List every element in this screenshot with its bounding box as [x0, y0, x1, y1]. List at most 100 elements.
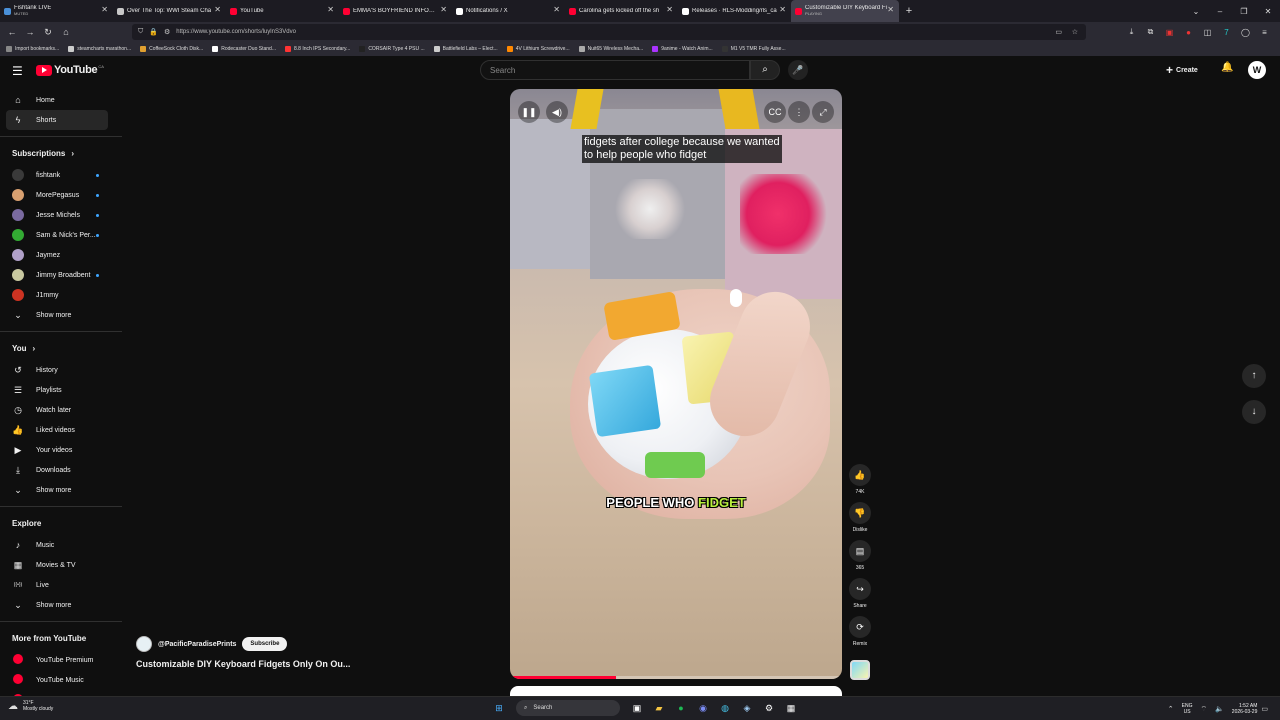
forward-icon[interactable]: → — [21, 27, 39, 37]
bookmark-item[interactable]: CORSAIR Type 4 PSU ... — [359, 46, 425, 52]
like-button[interactable]: 👍 — [849, 464, 871, 486]
weather-widget[interactable]: ☁ 31°F Mostly cloudy — [8, 700, 53, 712]
sidebar-item-playlists[interactable]: ☰ Playlists — [0, 380, 122, 400]
sidebar-item-downloads[interactable]: ⤓ Downloads — [0, 460, 122, 480]
extension-record-icon[interactable]: ● — [1179, 28, 1198, 37]
lock-icon[interactable]: 🔒 — [149, 28, 158, 36]
bookmark-item[interactable]: M1 V5 TMR Fully Asse... — [721, 46, 786, 52]
show-more-explore[interactable]: ⌄ Show more — [0, 595, 122, 615]
browser-tab[interactable]: EMMA'S BOYFRIEND INFORMS ✕ — [339, 0, 452, 22]
browser-tab[interactable]: Fishtank LIVE MUTED ✕ — [0, 0, 113, 22]
search-input[interactable]: Search — [480, 60, 750, 80]
browser-tab[interactable]: Customizable DIY Keyboard Fi PLAYING ✕ — [791, 0, 899, 22]
back-icon[interactable]: ← — [3, 27, 21, 37]
channel-avatar[interactable] — [136, 636, 152, 652]
bookmark-item[interactable]: CoffeeSock Cloth Disk... — [140, 46, 203, 52]
new-tab-button[interactable]: + — [899, 0, 919, 22]
sidebar-item-liked-videos[interactable]: 👍 Liked videos — [0, 420, 122, 440]
you-header[interactable]: You › — [0, 336, 122, 360]
share-button[interactable]: ↪ — [849, 578, 871, 600]
fullscreen-button[interactable]: ⤢ — [812, 101, 834, 123]
shield-icon[interactable]: ⛉ — [138, 28, 143, 36]
steam-icon[interactable]: ◈ — [739, 700, 755, 716]
clock[interactable]: 1:52 AM 2026-03-29 — [1232, 703, 1258, 715]
bookmark-item[interactable]: 8.8 Inch IPS Secondary... — [284, 46, 350, 52]
more-options-button[interactable]: ⋮ — [788, 101, 810, 123]
browser-tab[interactable]: Notifications / X ✕ — [452, 0, 565, 22]
permissions-icon[interactable]: ⚙ — [164, 28, 170, 36]
close-window-button[interactable]: ✕ — [1256, 7, 1280, 16]
show-more-you[interactable]: ⌄ Show more — [0, 480, 122, 500]
close-icon[interactable]: ✕ — [666, 5, 673, 14]
notifications-bell-icon[interactable]: 🔔 — [1221, 62, 1233, 73]
sidebar-item-subscription[interactable]: J1mmy — [0, 285, 122, 305]
sidebar-item-shorts[interactable]: ϟ Shorts — [6, 110, 108, 130]
bookmark-star-icon[interactable]: ☆ — [1072, 28, 1078, 36]
extension-teal-icon[interactable]: 7 — [1217, 28, 1236, 37]
notification-center-icon[interactable]: ▭ — [1261, 705, 1268, 713]
pause-button[interactable]: ❚❚ — [518, 101, 540, 123]
close-icon[interactable]: ✕ — [553, 5, 560, 14]
sidebar-item-home[interactable]: ⌂ Home — [0, 90, 122, 110]
browser-icon[interactable]: ◍ — [717, 700, 733, 716]
reader-icon[interactable]: ▭ — [1055, 28, 1062, 36]
language-indicator[interactable]: ENG US — [1182, 703, 1193, 715]
youtube-logo[interactable]: YouTube CA — [36, 64, 104, 76]
next-short-button[interactable]: ↓ — [1242, 400, 1266, 424]
show-more-subscriptions[interactable]: ⌄ Show more — [0, 305, 122, 325]
sound-thumbnail[interactable] — [850, 660, 870, 680]
remix-button[interactable]: ⟳ — [849, 616, 871, 638]
bookmark-item[interactable]: Import bookmarks... — [6, 46, 59, 52]
close-icon[interactable]: ✕ — [214, 5, 221, 14]
minimize-button[interactable]: – — [1208, 7, 1232, 16]
close-icon[interactable]: ✕ — [101, 5, 108, 14]
progress-bar[interactable] — [510, 676, 842, 679]
task-view-icon[interactable]: ▣ — [629, 700, 645, 716]
sidebar-item-your-videos[interactable]: ▶ Your videos — [0, 440, 122, 460]
maximize-button[interactable]: ❐ — [1232, 7, 1256, 16]
next-short-preview[interactable] — [510, 686, 842, 696]
extensions-icon[interactable]: ⧉ — [1141, 27, 1160, 37]
comments-button[interactable]: ▤ — [849, 540, 871, 562]
close-icon[interactable]: ✕ — [440, 5, 447, 14]
address-bar[interactable]: ⛉ 🔒 ⚙ https://www.youtube.com/shorts/luy… — [132, 24, 1086, 40]
menu-icon[interactable]: ☰ — [12, 64, 23, 78]
browser-tab[interactable]: Over The Top: WWI Steam Cha ✕ — [113, 0, 226, 22]
avatar[interactable]: W — [1248, 61, 1266, 79]
bookmark-item[interactable]: Nuit65 Wireless Mecha... — [578, 46, 643, 52]
short-video-player[interactable]: ❚❚ ◀) CC ⋮ ⤢ fidgets after college becau… — [510, 89, 842, 679]
subscribe-button[interactable]: Subscribe — [242, 637, 288, 651]
sidebar-item-youtube-premium[interactable]: YouTube Premium — [0, 650, 122, 670]
chevron-up-icon[interactable]: ⌃ — [1168, 705, 1174, 713]
spotify-icon[interactable]: ● — [673, 700, 689, 716]
browser-tab[interactable]: Releases · RLS-Modding/rls_ca ✕ — [678, 0, 791, 22]
channel-name[interactable]: @PacificParadisePrints — [158, 641, 236, 648]
reload-icon[interactable]: ↻ — [39, 27, 57, 38]
settings-icon[interactable]: ⚙ — [761, 700, 777, 716]
home-nav-icon[interactable]: ⌂ — [57, 27, 75, 37]
sidebar-item-subscription[interactable]: Jimmy Broadbent — [0, 265, 122, 285]
extension-red-icon[interactable]: ▣ — [1160, 28, 1179, 37]
discord-icon[interactable]: ◉ — [695, 700, 711, 716]
sidebar-item-music[interactable]: ♪ Music — [0, 535, 122, 555]
sidebar-item-subscription[interactable]: Jesse Michels — [0, 205, 122, 225]
volume-button[interactable]: ◀) — [546, 101, 568, 123]
url-text[interactable]: https://www.youtube.com/shorts/luylnS3Vd… — [176, 29, 296, 35]
sidebar-item-subscription[interactable]: MorePegasus — [0, 185, 122, 205]
dislike-button[interactable]: 👎 — [849, 502, 871, 524]
extension-gray-icon[interactable]: ◫ — [1198, 28, 1217, 37]
downloads-icon[interactable]: ⤓ — [1122, 27, 1141, 37]
network-icon[interactable]: ⌔ — [1200, 705, 1207, 714]
app-menu-icon[interactable]: ≡ — [1255, 28, 1274, 37]
bookmark-item[interactable]: Battlefield Labs – Elect... — [433, 46, 498, 52]
bookmark-item[interactable]: steamcharts marathon... — [68, 46, 131, 52]
close-icon[interactable]: ✕ — [327, 5, 334, 14]
voice-search-button[interactable]: 🎤 — [788, 60, 808, 80]
close-icon[interactable]: ✕ — [779, 5, 786, 14]
start-icon[interactable]: ⊞ — [491, 700, 507, 716]
sidebar-item-history[interactable]: ↺ History — [0, 360, 122, 380]
sidebar-item-subscription[interactable]: Sam & Nick's Per... — [0, 225, 122, 245]
sidebar-item-youtube-music[interactable]: YouTube Music — [0, 670, 122, 690]
previous-short-button[interactable]: ↑ — [1242, 364, 1266, 388]
sidebar-item-subscription[interactable]: Jaymez — [0, 245, 122, 265]
